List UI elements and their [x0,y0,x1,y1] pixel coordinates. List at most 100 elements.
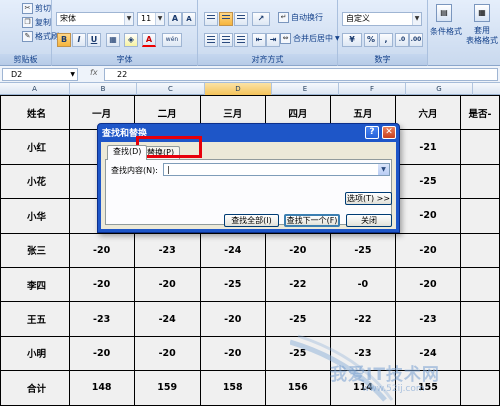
value-cell[interactable]: -22 [264,266,331,303]
value-cell[interactable]: -23 [133,232,201,268]
align-right-button[interactable] [234,33,248,47]
increase-decimal-button[interactable]: .0 [395,33,409,47]
value-cell[interactable]: -24 [133,301,201,337]
name-cell[interactable]: 张三 [0,232,70,268]
number-format-select[interactable]: 自定义 ▼ [342,12,422,26]
italic-button[interactable]: I [72,33,86,47]
column-header[interactable]: B [70,83,137,95]
value-cell[interactable]: -20 [68,266,135,303]
value-cell[interactable]: 158 [199,370,266,406]
name-cell[interactable]: 小华 [0,198,70,234]
font-name-select[interactable]: 宋体 ▼ [56,12,134,26]
grow-font-button[interactable]: A [168,12,182,26]
column-header[interactable]: C [137,83,205,95]
table-style-button[interactable]: 套用 表格格式 [466,26,498,46]
align-bottom-button[interactable] [234,12,248,26]
close-button[interactable]: ✕ [382,126,396,139]
align-top-button[interactable] [204,12,218,26]
value-cell[interactable] [460,370,500,406]
value-cell[interactable]: -24 [199,232,266,268]
options-button[interactable]: 选项(T) >> [345,192,392,205]
copy-button[interactable]: ❐ 复制 [22,17,51,28]
column-header[interactable]: F [339,83,406,95]
font-size-select[interactable]: 11 ▼ [137,12,165,26]
wrap-text-button[interactable]: ↵ 自动换行 [278,12,323,23]
column-header[interactable]: G [406,83,473,95]
comma-button[interactable]: , [379,33,393,47]
column-header[interactable]: E [272,83,339,95]
shrink-font-button[interactable]: A [182,12,196,26]
value-cell[interactable]: -25 [394,163,462,200]
value-cell[interactable]: -20 [133,266,201,303]
value-cell[interactable]: 156 [264,370,331,406]
chevron-down-icon[interactable]: ▼ [378,164,389,175]
value-cell[interactable]: -25 [199,266,266,303]
value-cell[interactable]: -20 [264,232,331,268]
value-cell[interactable] [460,163,500,200]
find-all-button[interactable]: 查找全部(I) [224,214,279,227]
name-cell[interactable]: 合计 [0,370,70,406]
value-cell[interactable] [460,266,500,303]
formula-input[interactable]: 22 [104,68,498,81]
font-color-button[interactable]: A [142,33,156,47]
value-cell[interactable] [460,335,500,372]
value-cell[interactable]: -25 [264,301,331,337]
value-cell[interactable]: -23 [68,301,135,337]
find-next-button[interactable]: 查找下一个(F) [284,214,340,227]
find-what-input[interactable]: | ▼ [163,163,390,176]
value-cell[interactable]: -21 [394,129,462,165]
value-cell[interactable] [460,129,500,165]
decrease-indent-button[interactable]: ⇤ [252,33,266,47]
header-cell[interactable]: 六月 [394,95,462,131]
function-icon[interactable]: fx [90,68,98,77]
decrease-decimal-button[interactable]: .00 [409,33,423,47]
underline-button[interactable]: U [87,33,101,47]
value-cell[interactable]: -20 [394,232,462,268]
phonetic-button[interactable]: wén [162,33,182,47]
name-cell[interactable]: 小红 [0,129,70,165]
header-cell[interactable]: 姓名 [0,95,70,131]
value-cell[interactable]: -20 [394,198,462,234]
value-cell[interactable]: -22 [329,301,396,337]
tab-find[interactable]: 查找(D) [107,145,148,160]
bold-button[interactable]: B [57,33,71,47]
value-cell[interactable]: -20 [199,335,266,372]
borders-button[interactable]: ▦ [106,33,120,47]
value-cell[interactable]: -20 [68,335,135,372]
align-center-button[interactable] [219,33,233,47]
value-cell[interactable] [460,198,500,234]
name-box[interactable]: D2 ▼ [2,68,78,81]
value-cell[interactable] [460,301,500,337]
align-middle-button[interactable] [219,12,233,26]
conditional-format-button[interactable]: 条件格式 [430,26,462,37]
value-cell[interactable]: 148 [68,370,135,406]
orientation-button[interactable]: ↗ [252,12,270,26]
name-cell[interactable]: 小明 [0,335,70,372]
merge-center-button[interactable]: ⇔ 合并后居中 ▼ [280,33,340,44]
column-header[interactable] [473,83,500,95]
help-button[interactable]: ? [365,126,379,139]
column-header[interactable]: A [0,83,70,95]
value-cell[interactable]: -20 [133,335,201,372]
name-cell[interactable]: 小花 [0,163,70,200]
value-cell[interactable]: -20 [68,232,135,268]
align-left-button[interactable] [204,33,218,47]
value-cell[interactable]: -25 [264,335,331,372]
value-cell[interactable]: -20 [199,301,266,337]
value-cell[interactable]: -20 [394,266,462,303]
value-cell[interactable] [460,232,500,268]
fill-color-button[interactable]: ◈ [124,33,138,47]
value-cell[interactable]: 159 [133,370,201,406]
currency-button[interactable]: ¥ [342,33,362,47]
header-cell[interactable]: 是否- [460,95,500,131]
value-cell[interactable]: -23 [394,301,462,337]
value-cell[interactable]: -25 [329,232,396,268]
increase-indent-button[interactable]: ⇥ [266,33,280,47]
dialog-close-button[interactable]: 关闭 [346,214,392,227]
name-cell[interactable]: 王五 [0,301,70,337]
value-cell[interactable]: -0 [329,266,396,303]
column-header-selected[interactable]: D [205,83,272,95]
name-cell[interactable]: 李四 [0,266,70,303]
cut-button[interactable]: ✂ 剪切 [22,3,51,14]
percent-button[interactable]: % [364,33,378,47]
